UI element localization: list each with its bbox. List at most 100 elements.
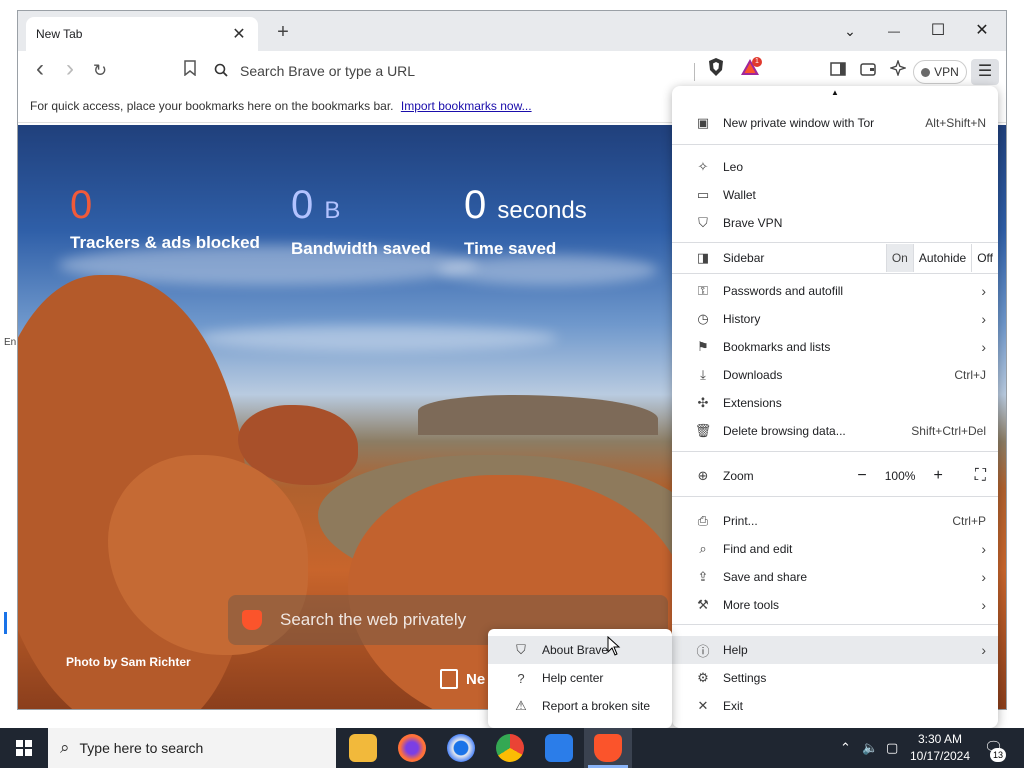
- menu-item-leo[interactable]: ✧ Leo: [672, 153, 998, 181]
- chrome-icon[interactable]: [496, 734, 524, 762]
- wallet-icon: ▭: [696, 187, 710, 202]
- sidebar-option-on[interactable]: On: [885, 244, 913, 272]
- rewards-badge: 1: [752, 57, 762, 67]
- help-icon: ⓘ: [696, 643, 710, 659]
- taskbar-clock[interactable]: 3:30 AM 10/17/2024: [906, 731, 974, 765]
- zoom-level: 100%: [884, 469, 916, 483]
- menu-divider: [672, 496, 998, 497]
- leo-icon: ✧: [697, 159, 709, 174]
- download-icon: ⤓: [700, 367, 706, 382]
- file-explorer-icon[interactable]: [349, 734, 377, 762]
- bookmarks-bar-hint: For quick access, place your bookmarks h…: [30, 99, 394, 113]
- import-bookmarks-link[interactable]: Import bookmarks now...: [401, 99, 532, 113]
- menu-divider: [672, 624, 998, 625]
- key-icon: ⚿: [698, 283, 708, 298]
- vpn-button[interactable]: VPN: [913, 60, 967, 84]
- puzzle-icon: ✣: [697, 395, 709, 410]
- minimize-button[interactable]: —: [874, 17, 914, 45]
- menu-item-bookmarks[interactable]: ⚑ Bookmarks and lists ›: [672, 333, 998, 361]
- main-menu: ▲ ▣ New private window with Tor Alt+Shif…: [672, 86, 998, 728]
- tab-title: New Tab: [36, 27, 83, 41]
- menu-scroll-up-icon[interactable]: ▲: [672, 86, 998, 100]
- sidebar-toggle-icon[interactable]: [824, 57, 852, 85]
- menu-item-wallet[interactable]: ▭ Wallet: [672, 181, 998, 209]
- microsoft-store-icon[interactable]: [545, 734, 573, 762]
- taskbar-search-placeholder: Type here to search: [79, 740, 204, 756]
- vpn-label: VPN: [934, 65, 959, 79]
- tab-new-tab[interactable]: New Tab ✕: [26, 17, 258, 51]
- main-menu-button[interactable]: ☰: [971, 59, 999, 85]
- submenu-item-report-broken-site[interactable]: ⚠ Report a broken site: [488, 692, 672, 720]
- menu-item-extensions[interactable]: ✣ Extensions: [672, 389, 998, 417]
- menu-item-history[interactable]: ◷ History ›: [672, 305, 998, 333]
- sidebar-option-autohide[interactable]: Autohide: [912, 244, 971, 272]
- firefox-icon[interactable]: [398, 734, 426, 762]
- trash-icon: 🗑: [694, 423, 712, 438]
- toolbar: ‹ › ↻ Search Brave or type a URL 1 VPN ☰: [18, 51, 1006, 91]
- menu-item-private-tor[interactable]: ▣ New private window with Tor Alt+Shift+…: [672, 110, 998, 136]
- leo-icon[interactable]: [884, 57, 912, 85]
- menu-item-find-edit[interactable]: ⌕ Find and edit ›: [672, 535, 998, 563]
- volume-icon[interactable]: 🔈: [862, 728, 878, 768]
- sidebar-icon: ◨: [696, 250, 710, 265]
- menu-item-exit[interactable]: ✕ Exit: [672, 692, 998, 720]
- menu-item-delete-data[interactable]: 🗑 Delete browsing data... Shift+Ctrl+Del: [672, 417, 998, 445]
- chevron-right-icon: ›: [981, 597, 986, 613]
- address-bar-placeholder: Search Brave or type a URL: [240, 63, 416, 79]
- vpn-shield-icon: ⛉: [698, 215, 708, 230]
- menu-item-settings[interactable]: ⚙ Settings: [672, 664, 998, 692]
- bookmark-icon[interactable]: [176, 57, 204, 85]
- zoom-in-button[interactable]: +: [933, 467, 942, 485]
- menu-item-more-tools[interactable]: ⚒ More tools ›: [672, 591, 998, 619]
- close-icon: ✕: [697, 698, 709, 713]
- time-label: Time saved: [464, 239, 557, 258]
- menu-divider: [672, 273, 998, 274]
- bookmark-icon: ⚑: [697, 339, 709, 354]
- menu-item-passwords[interactable]: ⚿ Passwords and autofill ›: [672, 277, 998, 305]
- menu-item-downloads[interactable]: ⤓ Downloads Ctrl+J: [672, 361, 998, 389]
- taskbar-search-box[interactable]: ⌕ Type here to search: [48, 728, 336, 768]
- zoom-out-button[interactable]: −: [857, 467, 866, 485]
- search-icon: [214, 63, 234, 80]
- fullscreen-icon[interactable]: ⛶: [975, 467, 986, 485]
- network-icon[interactable]: ▢: [886, 728, 898, 768]
- photo-credit[interactable]: Photo by Sam Richter: [66, 655, 191, 669]
- menu-item-brave-vpn[interactable]: ⛉ Brave VPN: [672, 209, 998, 237]
- news-button[interactable]: Ne: [440, 669, 485, 689]
- menu-item-save-share[interactable]: ⇪ Save and share ›: [672, 563, 998, 591]
- taskbar: ⌕ Type here to search ⌃ 🔈 ▢ 3:30 AM 10/1…: [0, 728, 1024, 768]
- wallet-icon[interactable]: [854, 57, 882, 85]
- brave-logo-icon: [242, 610, 262, 630]
- brave-shield-icon: ⛉: [516, 642, 526, 657]
- back-button[interactable]: ‹: [26, 57, 54, 85]
- clock-date: 10/17/2024: [909, 749, 971, 763]
- cloud-shape: [438, 255, 658, 285]
- zoom-controls: − 100% + ⛶: [857, 467, 986, 485]
- chromium-icon[interactable]: [447, 734, 475, 762]
- desktop-fragment-text: En: [4, 337, 17, 348]
- tab-search-dropdown-icon[interactable]: ⌄: [830, 17, 870, 45]
- sidebar-option-off[interactable]: Off: [971, 244, 998, 272]
- tab-close-icon[interactable]: ✕: [230, 24, 248, 44]
- mountain-shape: [418, 395, 658, 435]
- gear-icon: ⚙: [697, 670, 709, 685]
- sidebar-mode-segmented: On Autohide Off: [885, 244, 998, 272]
- start-button[interactable]: [0, 728, 48, 768]
- forward-button[interactable]: ›: [56, 57, 84, 85]
- warning-icon: ⚠: [515, 698, 527, 713]
- submenu-item-help-center[interactable]: ? Help center: [488, 664, 672, 692]
- desktop-edge-marker: [4, 612, 7, 634]
- menu-item-help[interactable]: ⓘ Help ›: [672, 636, 998, 664]
- brave-shields-icon[interactable]: [702, 57, 730, 85]
- close-window-button[interactable]: ✕: [962, 17, 1002, 45]
- notification-count: 13: [990, 748, 1006, 762]
- history-icon: ◷: [697, 311, 709, 326]
- menu-item-print[interactable]: ⎙ Print... Ctrl+P: [672, 507, 998, 535]
- new-tab-button[interactable]: +: [270, 19, 296, 45]
- reload-button[interactable]: ↻: [86, 57, 114, 85]
- maximize-button[interactable]: ☐: [918, 17, 958, 45]
- tray-overflow-icon[interactable]: ⌃: [840, 728, 851, 768]
- address-bar[interactable]: Search Brave or type a URL: [214, 57, 694, 85]
- brave-taskbar-icon[interactable]: [594, 734, 622, 762]
- submenu-item-about-brave[interactable]: ⛉ About Brave: [488, 636, 672, 664]
